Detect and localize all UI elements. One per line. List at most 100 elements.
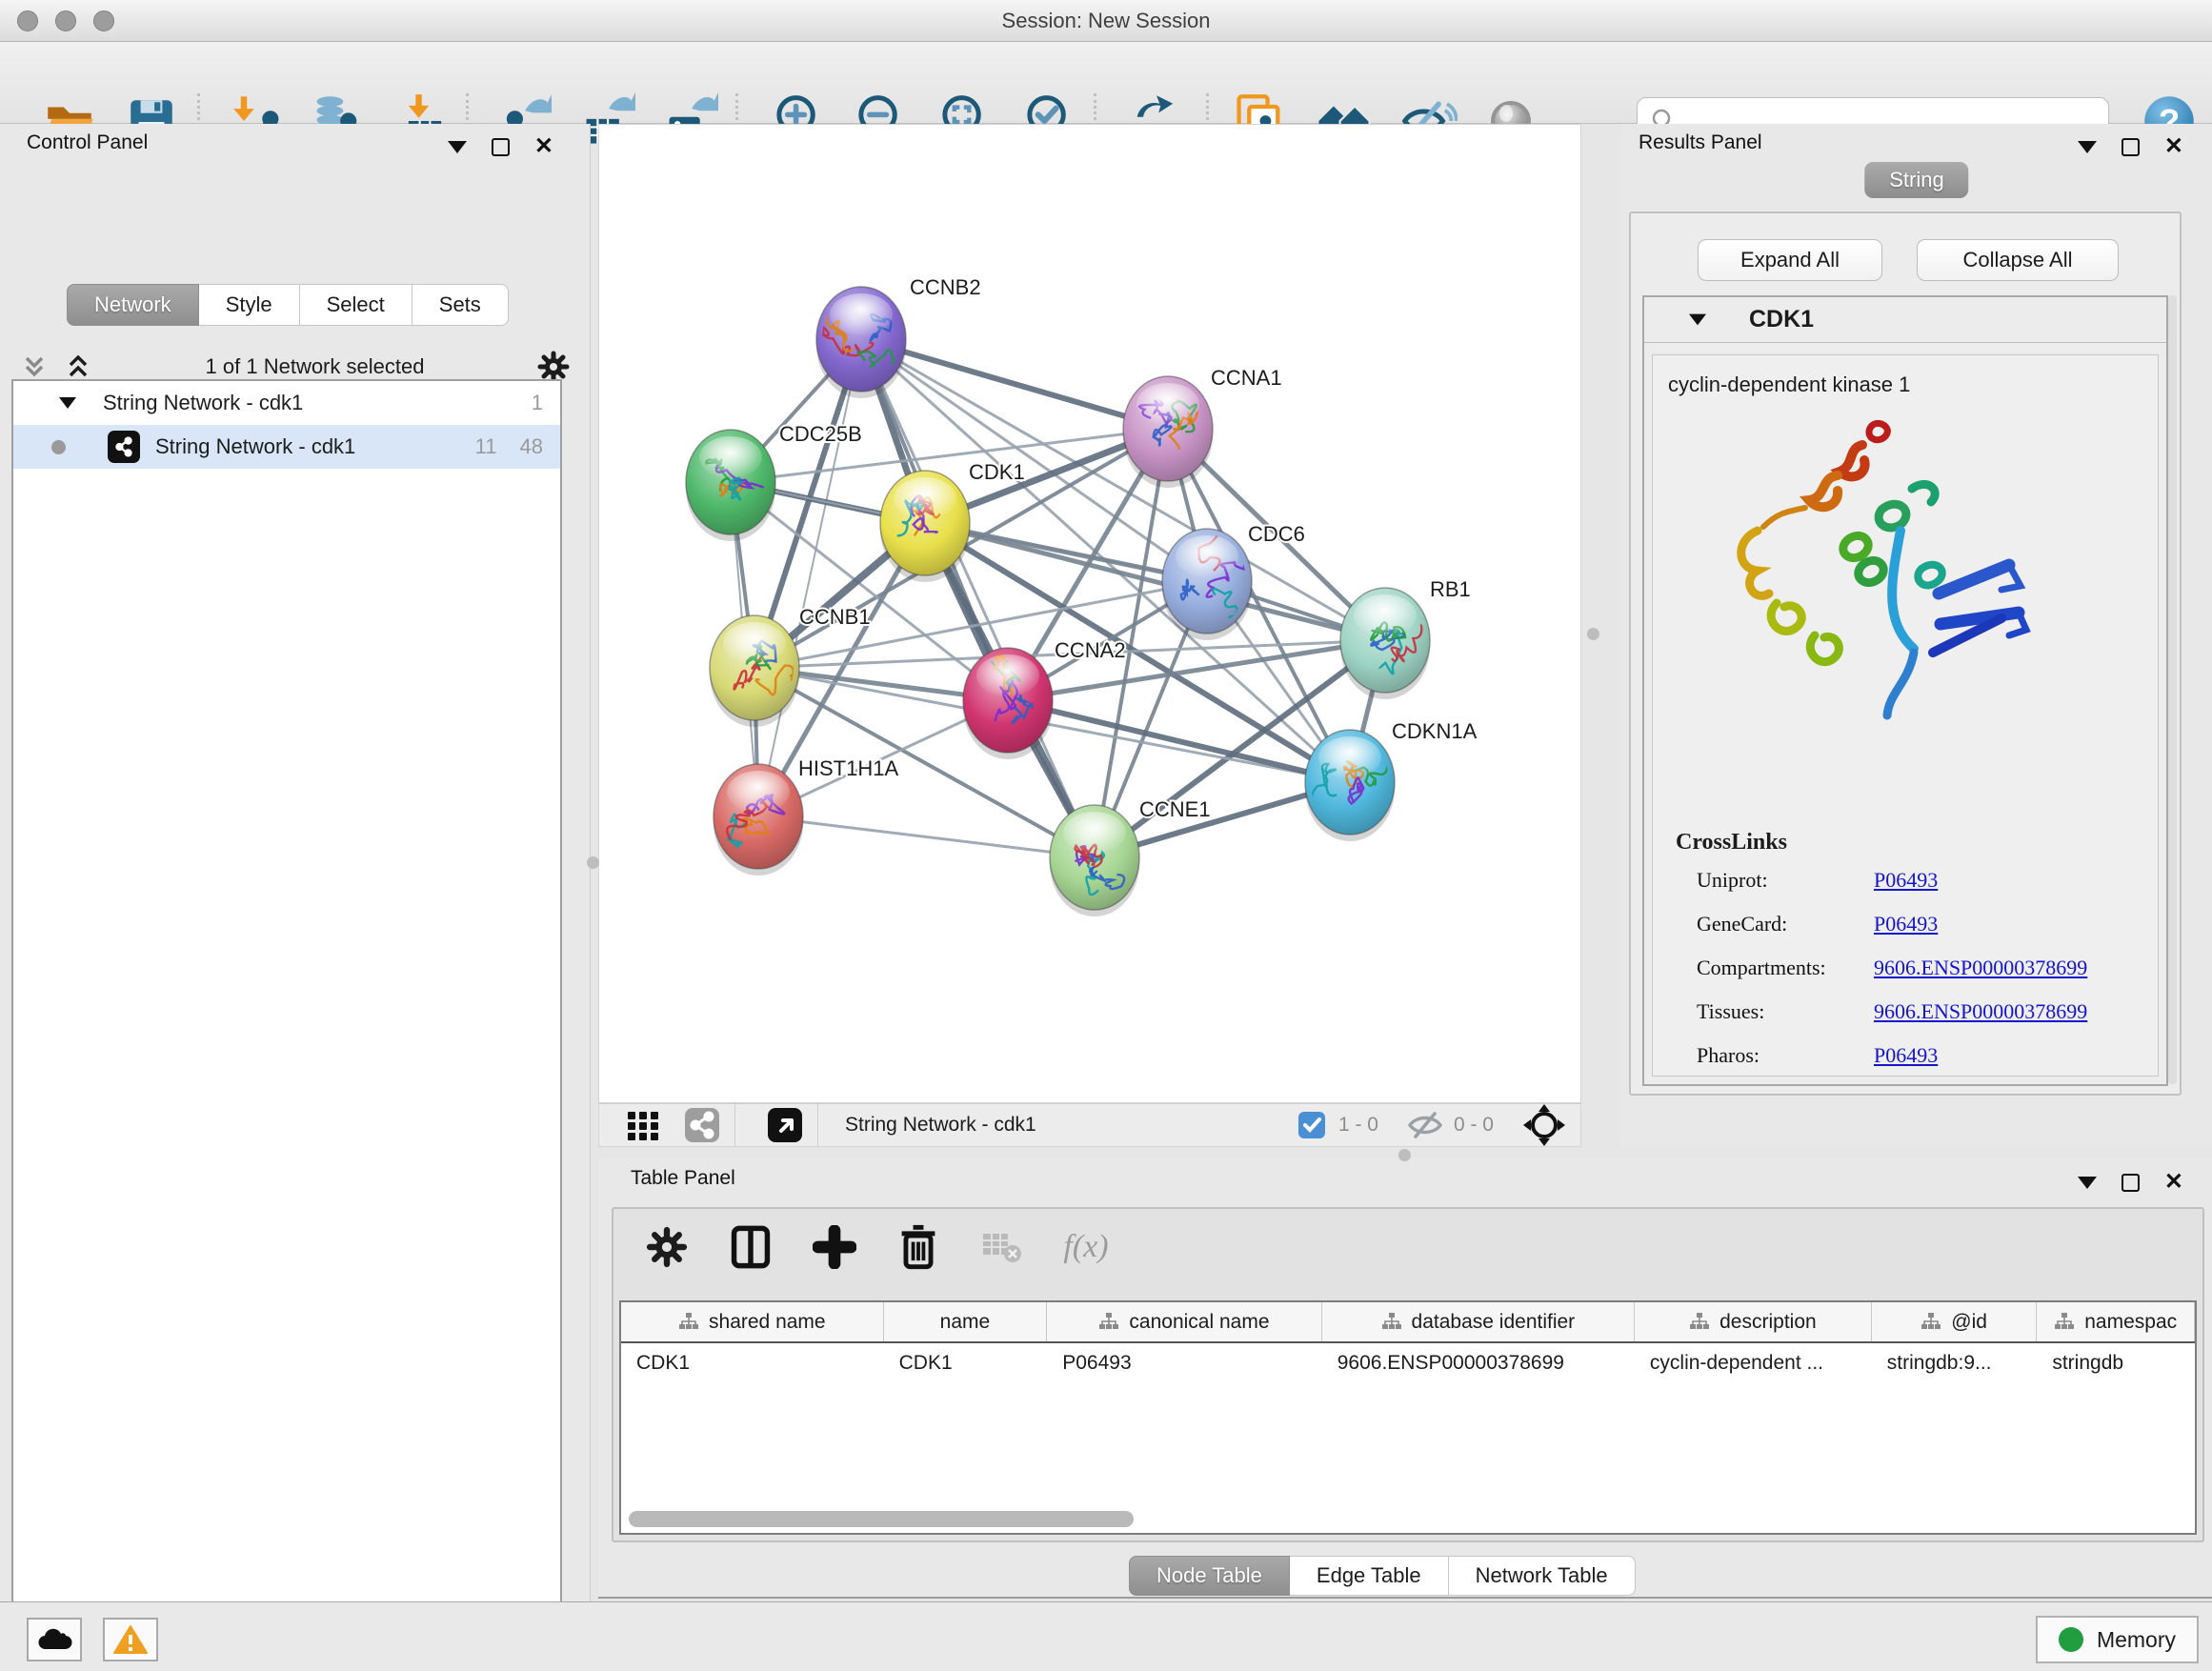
close-panel-icon[interactable]: ✕ — [2164, 135, 2183, 158]
column-header-database-identifier[interactable]: database identifier — [1322, 1302, 1635, 1341]
column-attribute-icon — [1098, 1312, 1119, 1333]
cloud-button[interactable] — [27, 1618, 82, 1661]
network-row[interactable]: String Network - cdk1 11 48 — [13, 425, 560, 469]
node-label: CDKN1A — [1392, 719, 1478, 743]
table-container: f(x) shared namenamecanonical namedataba… — [612, 1207, 2204, 1542]
delete-table-icon[interactable] — [977, 1222, 1027, 1272]
column-label: namespac — [2084, 1311, 2177, 1334]
network-edge[interactable] — [861, 339, 1168, 429]
panel-menu-icon[interactable] — [448, 141, 467, 153]
table-cell: CDK1 — [621, 1343, 884, 1383]
network-node-CDK1[interactable]: CDK1 — [880, 460, 1025, 582]
crosslink-value[interactable]: 9606.ENSP00000378699 — [1874, 999, 2087, 1024]
collapse-all-button[interactable]: Collapse All — [1917, 239, 2119, 281]
column-header-canonical-name[interactable]: canonical name — [1047, 1302, 1322, 1341]
string-results-box: Expand All Collapse All CDK1 cyclin-depe… — [1629, 211, 2182, 1096]
node-label: CCNA1 — [1211, 366, 1282, 390]
column-header-namespac[interactable]: namespac — [2037, 1302, 2195, 1341]
float-panel-icon[interactable] — [2122, 1174, 2140, 1192]
collapse-all-icon[interactable] — [19, 352, 50, 382]
close-panel-icon[interactable]: ✕ — [534, 135, 553, 158]
crosslink-value[interactable]: P06493 — [1874, 868, 1938, 893]
node-label: HIST1H1A — [798, 756, 898, 780]
collection-expand-icon[interactable] — [59, 397, 76, 409]
memory-button[interactable]: Memory — [2036, 1616, 2199, 1663]
close-panel-icon[interactable]: ✕ — [2164, 1171, 2183, 1194]
hidden-eye-icon — [1406, 1108, 1444, 1142]
network-node-CDKN1A[interactable]: CDKN1A — [1305, 719, 1478, 841]
crosslink-label: GeneCard: — [1697, 912, 1874, 936]
table-hscrollbar-thumb[interactable] — [629, 1511, 1134, 1527]
results-panel: Results Panel ✕ String Expand All Collap… — [1621, 124, 2212, 1147]
float-panel-icon[interactable] — [492, 138, 510, 156]
network-node-RB1[interactable]: RB1 — [1340, 577, 1471, 699]
delete-column-trash-icon[interactable] — [894, 1222, 943, 1272]
network-canvas[interactable]: CCNB2CCNA1CDC25BCDK1CDC6RB1CCNB1CCNA2CDK… — [598, 124, 1581, 1103]
crosslink-label: Compartments: — [1697, 956, 1874, 980]
network-node-CDC6[interactable]: CDC6 — [1162, 515, 1305, 640]
fit-selected-crosshair-icon[interactable] — [1521, 1102, 1567, 1148]
network-selection-status: 1 of 1 Network selected — [93, 354, 536, 379]
crosslink-value[interactable]: P06493 — [1874, 912, 1938, 936]
expand-all-icon[interactable] — [63, 352, 93, 382]
warnings-button[interactable] — [103, 1618, 158, 1661]
right-splitter-handle[interactable] — [1587, 628, 1599, 640]
table-data-row[interactable]: CDK1CDK1P064939606.ENSP00000378699cyclin… — [621, 1343, 2195, 1383]
network-node-HIST1H1A[interactable]: HIST1H1A — [714, 756, 898, 876]
show-columns-icon[interactable] — [726, 1222, 775, 1272]
float-panel-icon[interactable] — [2122, 138, 2140, 156]
window-title: Session: New Session — [0, 9, 2212, 33]
tab-style[interactable]: Style — [199, 284, 300, 326]
tab-select[interactable]: Select — [300, 284, 412, 326]
column-header-name[interactable]: name — [884, 1302, 1048, 1341]
warning-icon — [113, 1624, 148, 1655]
crosslink-value[interactable]: P06493 — [1874, 1043, 1938, 1068]
panel-menu-icon[interactable] — [2078, 1177, 2097, 1189]
main-toolbar: ? — [0, 42, 2212, 124]
function-builder-icon[interactable]: f(x) — [1061, 1222, 1111, 1272]
table-settings-gear-icon[interactable] — [642, 1222, 692, 1272]
tab-edge-table[interactable]: Edge Table — [1290, 1556, 1449, 1596]
column-header-description[interactable]: description — [1635, 1302, 1872, 1341]
column-attribute-icon — [1381, 1312, 1402, 1333]
expand-all-button[interactable]: Expand All — [1698, 239, 1882, 281]
status-network-name: String Network - cdk1 — [845, 1114, 1036, 1137]
network-edge[interactable] — [1008, 700, 1350, 782]
tab-network[interactable]: Network — [67, 284, 199, 326]
horizontal-splitter-handle[interactable] — [1398, 1149, 1411, 1161]
network-edge[interactable] — [758, 339, 861, 816]
tab-sets[interactable]: Sets — [412, 284, 509, 326]
gene-collapse-icon[interactable] — [1689, 314, 1706, 326]
network-node-CDC25B[interactable]: CDC25B — [686, 422, 862, 541]
gene-description: cyclin-dependent kinase 1 — [1668, 372, 2158, 397]
results-scrollbar[interactable] — [2168, 295, 2177, 1084]
table-panel-title: Table Panel — [631, 1167, 735, 1190]
add-column-icon[interactable] — [810, 1222, 859, 1272]
panel-menu-icon[interactable] — [2078, 141, 2097, 153]
results-panel-title: Results Panel — [1639, 131, 1762, 154]
column-header-shared-name[interactable]: shared name — [621, 1302, 884, 1341]
crosslink-value[interactable]: 9606.ENSP00000378699 — [1874, 956, 2087, 980]
network-edge[interactable] — [758, 816, 1095, 857]
network-view-icon[interactable] — [683, 1106, 721, 1144]
tab-node-table[interactable]: Node Table — [1129, 1556, 1290, 1596]
column-label: description — [1719, 1311, 1817, 1334]
tab-string[interactable]: String — [1864, 162, 1968, 198]
gene-details: cyclin-dependent kinase 1 — [1652, 354, 2159, 1077]
node-label: CDC25B — [779, 422, 862, 446]
tab-network-table[interactable]: Network Table — [1449, 1556, 1636, 1596]
birds-eye-view-icon[interactable] — [766, 1106, 804, 1144]
grid-view-icon[interactable] — [624, 1106, 662, 1144]
hidden-count: 0 - 0 — [1454, 1114, 1494, 1137]
node-count: 11 — [475, 434, 497, 459]
column-attribute-icon — [1689, 1312, 1710, 1333]
network-collection-row[interactable]: String Network - cdk1 1 — [13, 381, 560, 425]
selected-checkbox-icon[interactable] — [1297, 1110, 1327, 1140]
network-node-CCNA1[interactable]: CCNA1 — [1123, 366, 1282, 488]
control-panel-tabs: Network Style Select Sets — [67, 284, 509, 326]
network-node-CCNB2[interactable]: CCNB2 — [816, 275, 981, 398]
bottom-status-bar: Memory — [0, 1601, 2212, 1671]
network-node-CCNE1[interactable]: CCNE1 — [1050, 797, 1211, 916]
left-splitter-handle[interactable] — [587, 856, 599, 869]
column-header-@id[interactable]: @id — [1872, 1302, 2038, 1341]
